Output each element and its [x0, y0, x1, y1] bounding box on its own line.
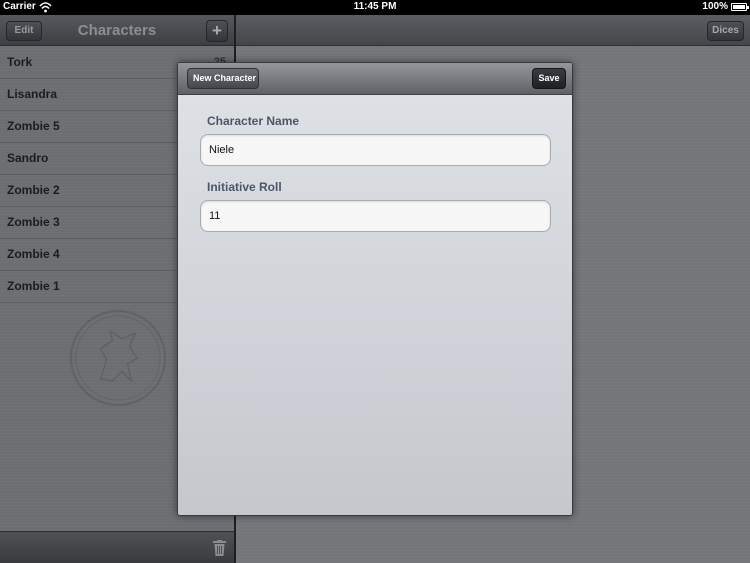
griffin-emblem-icon — [70, 310, 166, 406]
character-name: Sandro — [7, 151, 49, 165]
new-character-modal: New Character Save Character Name Initia… — [177, 62, 573, 516]
character-name: Zombie 2 — [7, 183, 60, 197]
character-name: Zombie 5 — [7, 119, 60, 133]
characters-toolbar — [0, 531, 234, 563]
character-name: Zombie 3 — [7, 215, 60, 229]
character-name-label: Character Name — [207, 114, 300, 128]
modal-nav-bar: New Character Save — [178, 63, 572, 95]
battery-icon — [731, 3, 749, 11]
clock: 11:45 PM — [353, 1, 397, 12]
character-name: Zombie 4 — [7, 247, 60, 261]
add-character-button[interactable]: + — [206, 20, 228, 42]
characters-nav-bar: Edit Characters + — [0, 15, 234, 46]
character-name: Tork — [7, 55, 33, 69]
initiative-roll-label: Initiative Roll — [207, 180, 282, 194]
dices-button[interactable]: Dices — [707, 21, 744, 41]
characters-title: Characters — [77, 22, 157, 39]
status-bar: Carrier 11:45 PM 100% — [0, 0, 750, 15]
edit-button[interactable]: Edit — [6, 21, 42, 41]
initiative-roll-field[interactable] — [200, 200, 551, 232]
character-name: Zombie 1 — [7, 279, 60, 293]
character-name: Lisandra — [7, 87, 58, 101]
trash-icon[interactable] — [213, 540, 226, 556]
detail-nav-bar: Dices — [236, 15, 750, 46]
new-character-back-button[interactable]: New Character — [187, 68, 259, 89]
character-name-field[interactable] — [200, 134, 551, 166]
battery-percent: 100% — [702, 1, 728, 12]
save-button[interactable]: Save — [532, 68, 566, 89]
